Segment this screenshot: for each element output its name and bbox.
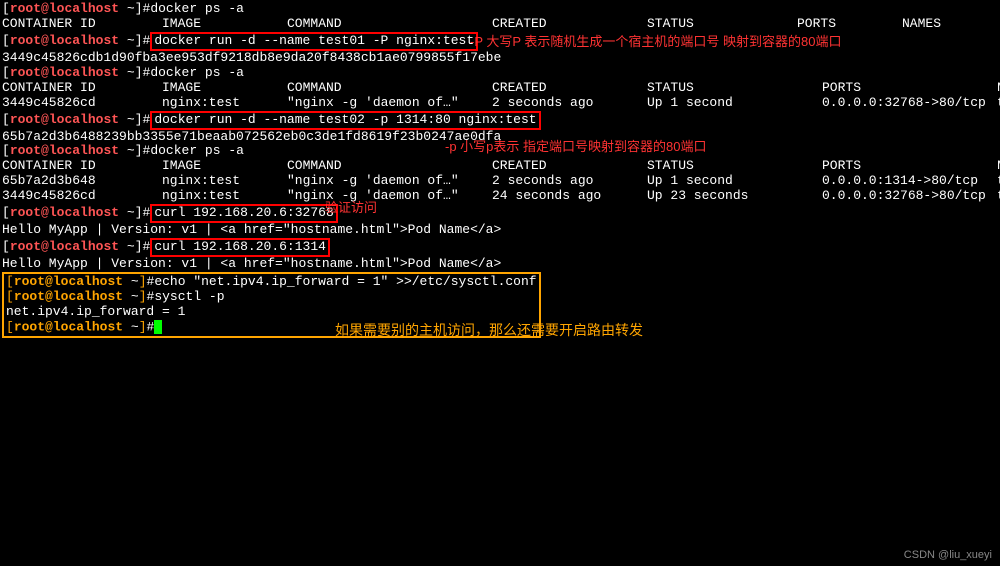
output-line: 3449c45826cdb1d90fba3ee953df9218db8e9da2… <box>2 51 998 66</box>
prompt-line: [root@localhost ~]#docker ps -a <box>2 66 998 81</box>
table-header: CONTAINER IDIMAGECOMMANDCREATEDSTATUSPOR… <box>2 81 998 96</box>
table-row: 3449c45826cdnginx:test"nginx -g 'daemon … <box>2 96 998 111</box>
highlighted-command-3: curl 192.168.20.6:32768 <box>150 204 337 223</box>
highlighted-command-1: docker run -d --name test01 -P nginx:tes… <box>150 32 478 51</box>
annotation-3: 验证访问 <box>325 201 377 216</box>
prompt-line: [root@localhost ~]#docker run -d --name … <box>2 111 998 130</box>
command-text: docker ps -a <box>150 1 244 16</box>
cursor[interactable] <box>154 320 162 334</box>
table-header: CONTAINER IDIMAGECOMMANDCREATEDSTATUSPOR… <box>2 159 998 174</box>
highlighted-command-4: curl 192.168.20.6:1314 <box>150 238 330 257</box>
prompt-line: [root@localhost ~]#docker ps -a <box>2 2 998 17</box>
annotation-1: -P 大写P 表示随机生成一个宿主机的端口号 映射到容器的80端口 <box>470 35 842 50</box>
highlighted-command-2: docker run -d --name test02 -p 1314:80 n… <box>150 111 540 130</box>
output-line: Hello MyApp | Version: v1 | <a href="hos… <box>2 257 998 272</box>
prompt-line: [root@localhost ~]#curl 192.168.20.6:327… <box>2 204 998 223</box>
output-line: Hello MyApp | Version: v1 | <a href="hos… <box>2 223 998 238</box>
watermark: CSDN @liu_xueyi <box>904 549 992 562</box>
annotation-4: 如果需要别的主机访问，那么还需要开启路由转发 <box>335 322 643 338</box>
table-header: CONTAINER IDIMAGECOMMANDCREATEDSTATUSPOR… <box>2 17 998 32</box>
annotation-2: -p 小写p表示 指定端口号映射到容器的80端口 <box>445 140 706 155</box>
table-row: 3449c45826cdnginx:test"nginx -g 'daemon … <box>2 189 998 204</box>
table-row: 65b7a2d3b648nginx:test"nginx -g 'daemon … <box>2 174 998 189</box>
prompt-line: [root@localhost ~]#curl 192.168.20.6:131… <box>2 238 998 257</box>
